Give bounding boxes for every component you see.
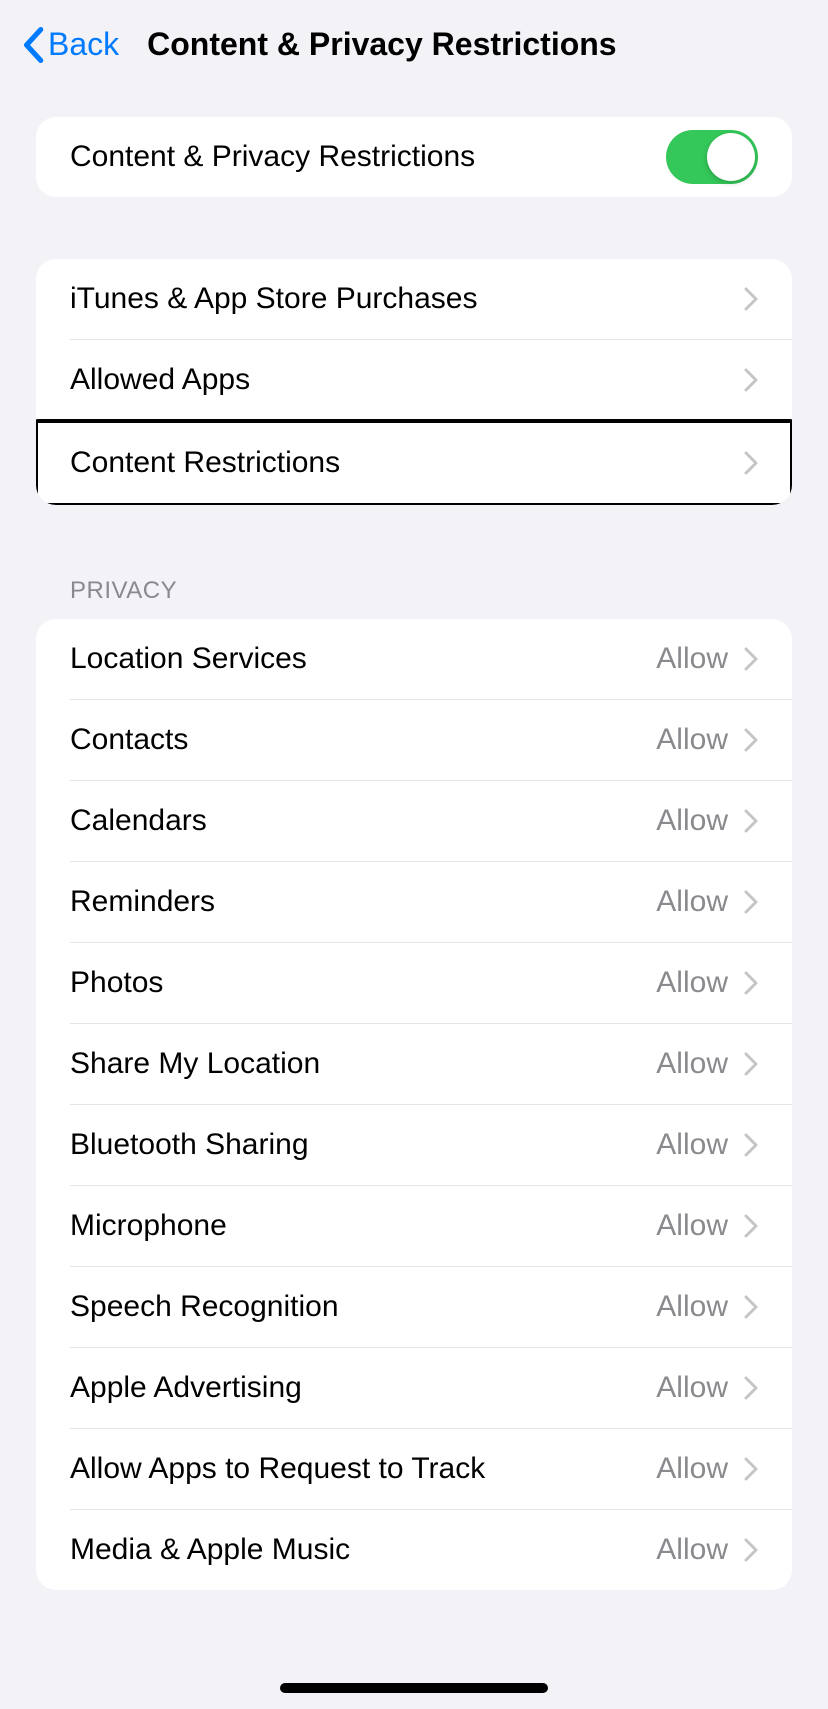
privacy-label: Allow Apps to Request to Track xyxy=(70,1452,485,1486)
privacy-label: Share My Location xyxy=(70,1047,320,1081)
privacy-value: Allow xyxy=(656,1209,728,1243)
privacy-value: Allow xyxy=(656,1290,728,1324)
back-label: Back xyxy=(48,26,119,63)
privacy-label: Photos xyxy=(70,966,163,1000)
privacy-label: Reminders xyxy=(70,885,215,919)
row-right xyxy=(744,451,758,475)
privacy-label: Apple Advertising xyxy=(70,1371,302,1405)
row-right: Allow xyxy=(656,1452,758,1486)
privacy-label: Location Services xyxy=(70,642,307,676)
row-right: Allow xyxy=(656,966,758,1000)
chevron-right-icon xyxy=(744,451,758,475)
toggle-section: Content & Privacy Restrictions xyxy=(36,117,792,197)
page-title: Content & Privacy Restrictions xyxy=(147,26,616,63)
privacy-label: Calendars xyxy=(70,804,207,838)
row-right: Allow xyxy=(656,804,758,838)
privacy-location-services[interactable]: Location Services Allow xyxy=(36,619,792,699)
privacy-value: Allow xyxy=(656,1047,728,1081)
privacy-microphone[interactable]: Microphone Allow xyxy=(36,1186,792,1266)
privacy-value: Allow xyxy=(656,1128,728,1162)
row-right: Allow xyxy=(656,723,758,757)
chevron-right-icon xyxy=(744,971,758,995)
chevron-right-icon xyxy=(744,647,758,671)
row-right: Allow xyxy=(656,885,758,919)
chevron-right-icon xyxy=(744,1457,758,1481)
nav-label: iTunes & App Store Purchases xyxy=(70,282,477,316)
nav-label: Allowed Apps xyxy=(70,363,250,397)
privacy-section: Location Services Allow Contacts Allow C… xyxy=(36,619,792,1590)
privacy-speech-recognition[interactable]: Speech Recognition Allow xyxy=(36,1267,792,1347)
row-right xyxy=(744,287,758,311)
chevron-right-icon xyxy=(744,809,758,833)
privacy-bluetooth-sharing[interactable]: Bluetooth Sharing Allow xyxy=(36,1105,792,1185)
privacy-value: Allow xyxy=(656,804,728,838)
privacy-label: Media & Apple Music xyxy=(70,1533,350,1567)
chevron-right-icon xyxy=(744,1214,758,1238)
privacy-value: Allow xyxy=(656,966,728,1000)
privacy-contacts[interactable]: Contacts Allow xyxy=(36,700,792,780)
toggle-label: Content & Privacy Restrictions xyxy=(70,140,475,174)
nav-allowed-apps[interactable]: Allowed Apps xyxy=(36,340,792,420)
row-right: Allow xyxy=(656,1209,758,1243)
nav-label: Content Restrictions xyxy=(70,446,340,480)
row-right: Allow xyxy=(656,642,758,676)
row-right: Allow xyxy=(656,1047,758,1081)
chevron-right-icon xyxy=(744,1133,758,1157)
nav-content-restrictions[interactable]: Content Restrictions xyxy=(36,421,792,505)
chevron-left-icon xyxy=(20,27,46,63)
privacy-label: Microphone xyxy=(70,1209,227,1243)
privacy-allow-apps-request-track[interactable]: Allow Apps to Request to Track Allow xyxy=(36,1429,792,1509)
nav-itunes-app-store[interactable]: iTunes & App Store Purchases xyxy=(36,259,792,339)
nav-section: iTunes & App Store Purchases Allowed App… xyxy=(36,259,792,505)
privacy-label: Contacts xyxy=(70,723,188,757)
privacy-value: Allow xyxy=(656,1452,728,1486)
row-right: Allow xyxy=(656,1533,758,1567)
privacy-value: Allow xyxy=(656,1371,728,1405)
privacy-apple-advertising[interactable]: Apple Advertising Allow xyxy=(36,1348,792,1428)
chevron-right-icon xyxy=(744,728,758,752)
privacy-photos[interactable]: Photos Allow xyxy=(36,943,792,1023)
privacy-value: Allow xyxy=(656,723,728,757)
content-privacy-toggle[interactable] xyxy=(666,130,758,184)
chevron-right-icon xyxy=(744,287,758,311)
privacy-label: Speech Recognition xyxy=(70,1290,339,1324)
privacy-share-my-location[interactable]: Share My Location Allow xyxy=(36,1024,792,1104)
row-right: Allow xyxy=(656,1128,758,1162)
privacy-value: Allow xyxy=(656,1533,728,1567)
chevron-right-icon xyxy=(744,1295,758,1319)
row-right: Allow xyxy=(656,1290,758,1324)
privacy-calendars[interactable]: Calendars Allow xyxy=(36,781,792,861)
row-right xyxy=(744,368,758,392)
privacy-label: Bluetooth Sharing xyxy=(70,1128,309,1162)
privacy-media-apple-music[interactable]: Media & Apple Music Allow xyxy=(36,1510,792,1590)
navigation-header: Back Content & Privacy Restrictions xyxy=(0,0,828,95)
content-privacy-toggle-row: Content & Privacy Restrictions xyxy=(36,117,792,197)
privacy-section-header: Privacy xyxy=(0,577,828,619)
chevron-right-icon xyxy=(744,1052,758,1076)
chevron-right-icon xyxy=(744,890,758,914)
chevron-right-icon xyxy=(744,368,758,392)
privacy-value: Allow xyxy=(656,642,728,676)
back-button[interactable]: Back xyxy=(20,26,119,63)
chevron-right-icon xyxy=(744,1376,758,1400)
toggle-knob xyxy=(707,133,755,181)
home-indicator[interactable] xyxy=(280,1683,548,1693)
privacy-value: Allow xyxy=(656,885,728,919)
row-right: Allow xyxy=(656,1371,758,1405)
privacy-reminders[interactable]: Reminders Allow xyxy=(36,862,792,942)
chevron-right-icon xyxy=(744,1538,758,1562)
